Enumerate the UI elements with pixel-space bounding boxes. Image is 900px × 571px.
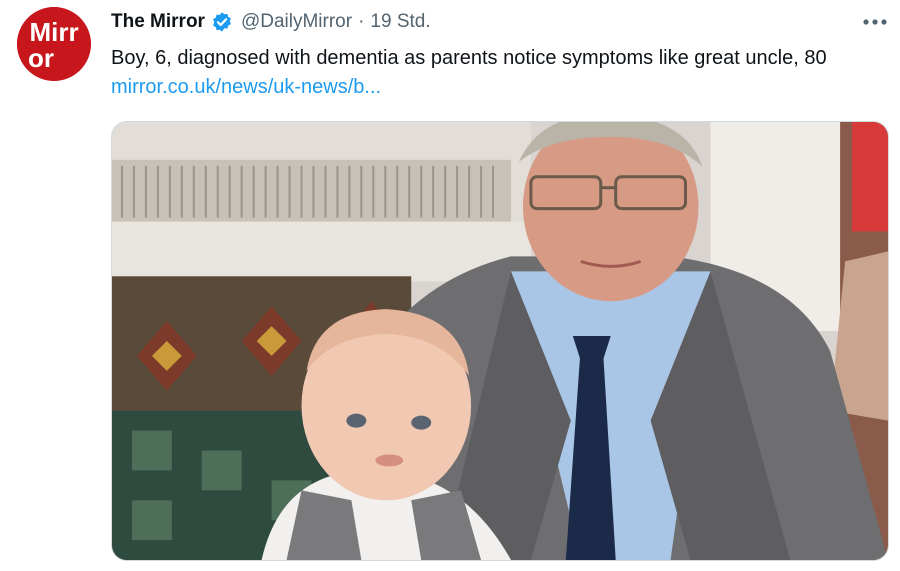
tweet-timestamp[interactable]: 19 Std. [370, 11, 430, 33]
svg-text:or: or [28, 43, 54, 73]
tweet-text-body: Boy, 6, diagnosed with dementia as paren… [111, 47, 827, 69]
author-handle[interactable]: @DailyMirror [241, 11, 352, 33]
more-options-button[interactable] [860, 10, 890, 34]
more-horizontal-icon [863, 19, 887, 25]
tweet-header: The Mirror @DailyMirror · 19 Std. [111, 10, 431, 34]
author-avatar[interactable]: Mirr or [17, 7, 91, 81]
tweet-link[interactable]: mirror.co.uk/news/uk-news/b... [111, 76, 381, 98]
author-name[interactable]: The Mirror [111, 11, 205, 33]
tweet-text: Boy, 6, diagnosed with dementia as paren… [111, 44, 871, 102]
mirror-logo: Mirr or [17, 7, 91, 81]
verified-badge-icon [211, 11, 233, 33]
tweet-photo[interactable] [111, 121, 889, 561]
meta-separator: · [358, 11, 365, 32]
